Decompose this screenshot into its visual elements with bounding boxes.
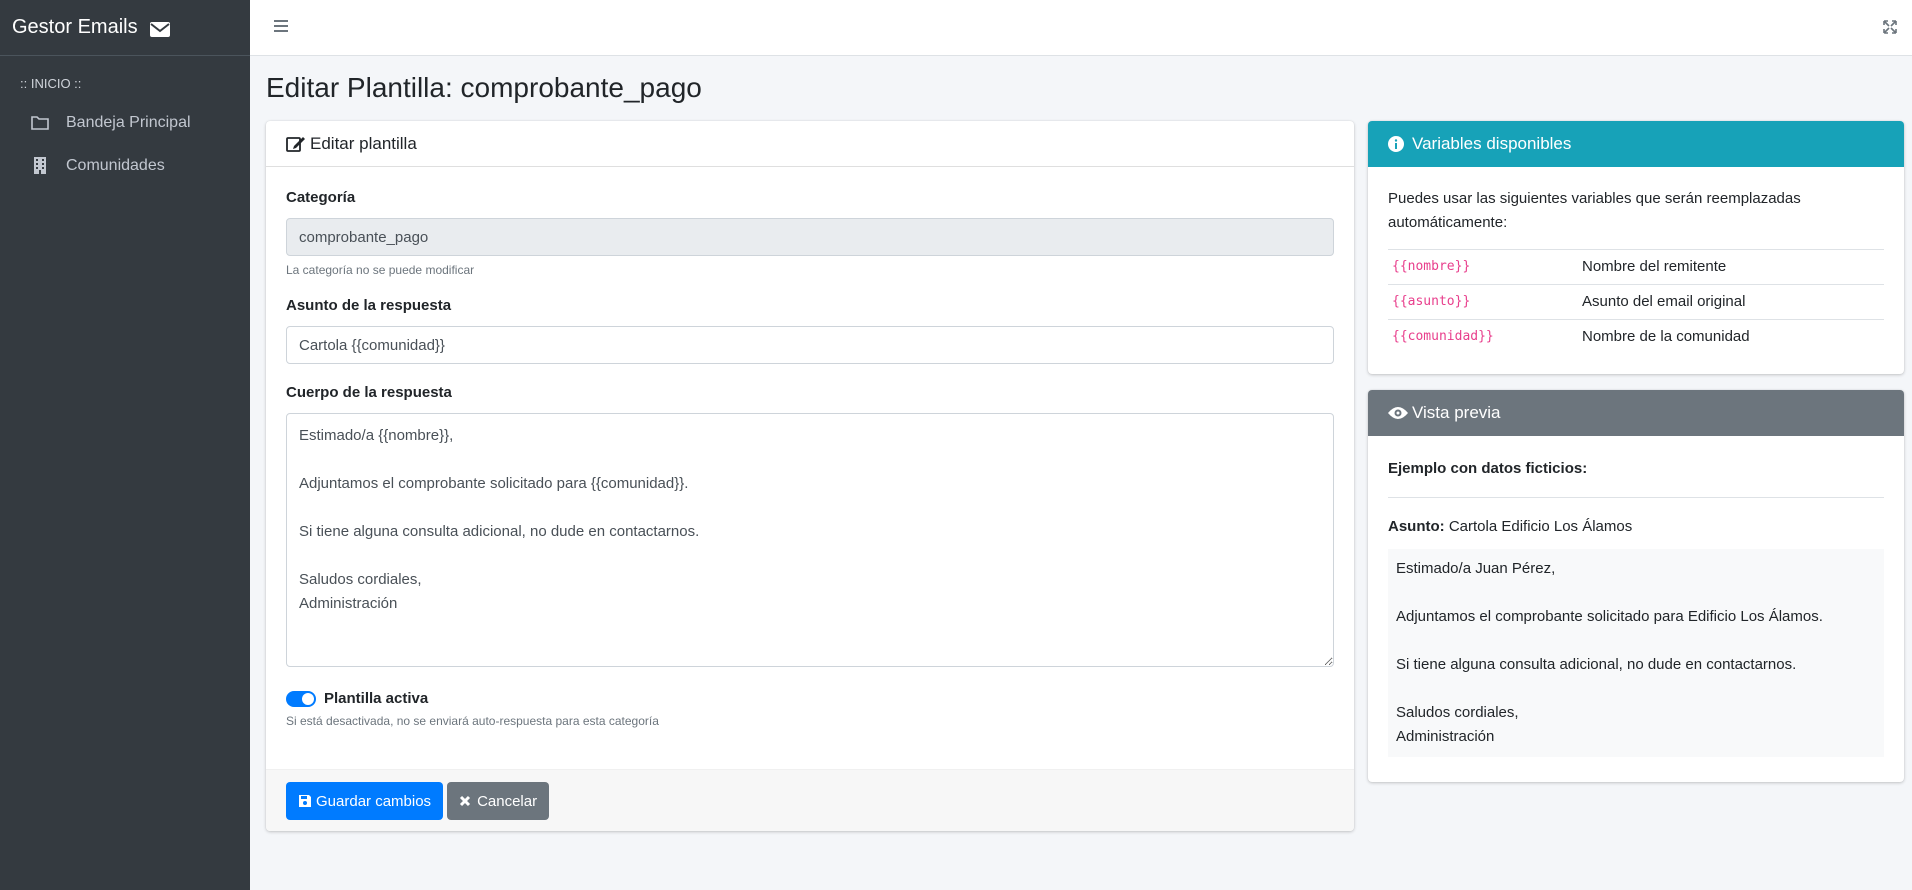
page-title: Editar Plantilla: comprobante_pago [266, 72, 702, 103]
active-label[interactable]: Plantilla activa [324, 690, 428, 707]
edit-template-card: Editar plantilla Categoría La categoría … [266, 121, 1354, 831]
body-group: Cuerpo de la respuesta Estimado/a {{nomb… [286, 384, 1334, 672]
sidebar-item-label: Bandeja Principal [66, 113, 191, 131]
preview-card-title: Vista previa [1412, 403, 1501, 422]
category-input[interactable] [286, 218, 1334, 256]
variable-desc: Nombre del remitente [1578, 249, 1884, 285]
variables-card-header: Variables disponibles [1368, 121, 1904, 167]
preview-card-header: Vista previa [1368, 390, 1904, 436]
fullscreen-icon[interactable] [1882, 19, 1898, 35]
category-group: Categoría La categoría no se puede modif… [286, 189, 1334, 277]
preview-subject: Asunto: Cartola Edificio Los Álamos [1388, 518, 1884, 535]
save-button[interactable]: Guardar cambios [286, 782, 444, 820]
active-help: Si está desactivada, no se enviará auto-… [286, 714, 659, 728]
sidebar-item-label: Comunidades [66, 156, 165, 174]
variable-desc: Asunto del email original [1578, 284, 1884, 320]
save-icon [298, 794, 312, 808]
preview-subject-label: Asunto: [1388, 518, 1445, 535]
info-icon [1388, 135, 1408, 153]
variables-body: Puedes usar las siguientes variables que… [1368, 167, 1904, 375]
folder-icon [30, 114, 50, 132]
body-textarea[interactable]: Estimado/a {{nombre}}, Adjuntamos el com… [286, 413, 1334, 667]
preview-subject-value: Cartola Edificio Los Álamos [1448, 518, 1633, 535]
subject-label: Asunto de la respuesta [286, 297, 452, 314]
variable-desc: Nombre de la comunidad [1578, 319, 1884, 355]
variable-code: {{nombre}} [1388, 249, 1578, 285]
eye-icon [1388, 404, 1408, 422]
nav-header: :: INICIO :: [20, 76, 82, 91]
menu-toggle-icon[interactable] [274, 20, 288, 32]
cancel-button[interactable]: Cancelar [447, 782, 550, 820]
active-toggle[interactable] [286, 690, 316, 707]
variables-card: Variables disponibles Puedes usar las si… [1368, 121, 1904, 374]
category-label: Categoría [286, 189, 356, 206]
brand-title: Gestor Emails [12, 16, 138, 38]
edit-card-footer: Guardar cambios Cancelar [266, 769, 1354, 831]
subject-group: Asunto de la respuesta [286, 297, 1334, 364]
topbar [250, 0, 1912, 56]
close-icon [459, 794, 473, 808]
sidebar: Gestor Emails :: INICIO :: Bandeja Princ… [0, 0, 250, 890]
sidebar-item-comunidades[interactable]: Comunidades [0, 144, 250, 187]
edit-card-header: Editar plantilla [266, 121, 1354, 167]
variable-code: {{comunidad}} [1388, 319, 1578, 355]
save-button-label: Guardar cambios [316, 792, 432, 810]
envelope-icon [149, 20, 170, 37]
active-switch-row: Plantilla activa [286, 690, 1334, 707]
category-help: La categoría no se puede modificar [286, 263, 475, 277]
edit-icon [286, 135, 306, 153]
variables-card-title: Variables disponibles [1412, 134, 1572, 153]
divider [1388, 497, 1884, 498]
brand[interactable]: Gestor Emails [0, 0, 250, 56]
variables-table: {{nombre}} Nombre del remitente {{asunto… [1388, 249, 1884, 355]
subject-input[interactable] [286, 326, 1334, 364]
preview-email-body: Estimado/a Juan Pérez, Adjuntamos el com… [1388, 549, 1884, 757]
body-label: Cuerpo de la respuesta [286, 384, 452, 401]
preview-subtitle: Ejemplo con datos ficticios: [1388, 460, 1588, 477]
edit-form: Categoría La categoría no se puede modif… [266, 167, 1354, 728]
building-icon [30, 157, 50, 175]
table-row: {{nombre}} Nombre del remitente [1388, 249, 1884, 285]
table-row: {{comunidad}} Nombre de la comunidad [1388, 319, 1884, 355]
variable-code: {{asunto}} [1388, 284, 1578, 320]
preview-body: Ejemplo con datos ficticios: Asunto: Car… [1368, 436, 1904, 777]
sidebar-item-bandeja-principal[interactable]: Bandeja Principal [0, 101, 250, 144]
variables-intro: Puedes usar las siguientes variables que… [1388, 190, 1801, 231]
table-row: {{asunto}} Asunto del email original [1388, 284, 1884, 320]
edit-card-title: Editar plantilla [310, 133, 417, 153]
cancel-button-label: Cancelar [477, 792, 538, 810]
preview-card: Vista previa Ejemplo con datos ficticios… [1368, 390, 1904, 782]
